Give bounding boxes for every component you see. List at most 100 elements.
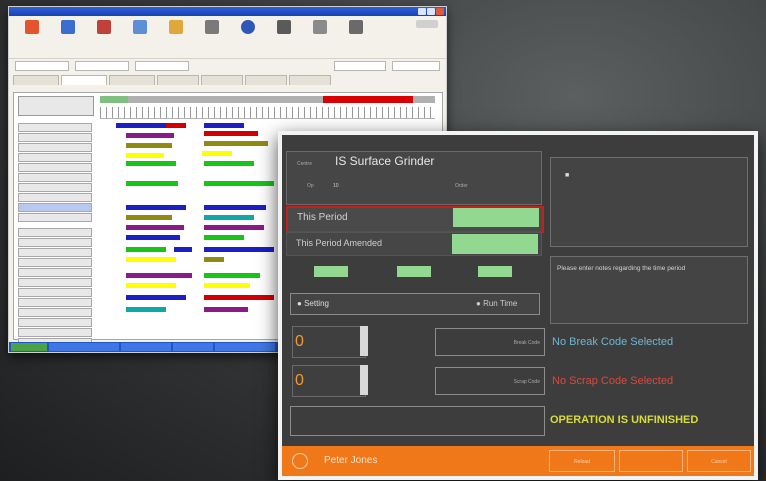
- row-label[interactable]: [18, 173, 92, 182]
- stat-2-value: [397, 266, 431, 277]
- scrap-count-stepper[interactable]: [360, 365, 368, 395]
- row-label[interactable]: [18, 328, 92, 337]
- gantt-bar[interactable]: [126, 225, 184, 230]
- gantt-bar[interactable]: [126, 235, 180, 240]
- row-label[interactable]: [18, 203, 92, 212]
- gantt-bar[interactable]: [204, 273, 260, 278]
- setting-option[interactable]: ● Setting: [297, 299, 329, 308]
- gantt-bar[interactable]: [126, 143, 172, 148]
- gantt-bar[interactable]: [126, 247, 166, 252]
- exit-button[interactable]: [19, 20, 45, 37]
- gantt-bar[interactable]: [126, 161, 176, 166]
- tab-7[interactable]: [289, 75, 331, 85]
- row-label[interactable]: [18, 163, 92, 172]
- gantt-bar[interactable]: [204, 235, 244, 240]
- gantt-bar[interactable]: [126, 181, 178, 186]
- row-label[interactable]: [18, 143, 92, 152]
- row-label[interactable]: [18, 308, 92, 317]
- filter-field-5[interactable]: [392, 61, 440, 71]
- row-label[interactable]: [18, 298, 92, 307]
- gantt-bar[interactable]: [174, 247, 192, 252]
- reload-button[interactable]: Reload: [549, 450, 615, 472]
- user-button[interactable]: [271, 20, 297, 37]
- run-time-option[interactable]: ● Run Time: [476, 299, 517, 308]
- good-count-field[interactable]: 0: [292, 326, 366, 358]
- grid-corner-button[interactable]: [18, 96, 94, 116]
- row-label[interactable]: [18, 228, 92, 237]
- finish-button[interactable]: [290, 406, 545, 436]
- mode-toggle[interactable]: ● Setting ● Run Time: [290, 293, 540, 315]
- gantt-bar[interactable]: [204, 181, 274, 186]
- gantt-bar[interactable]: [166, 123, 186, 128]
- gantt-bar[interactable]: [204, 225, 264, 230]
- gantt-bar[interactable]: [126, 307, 166, 312]
- scrap-count-field[interactable]: 0: [292, 365, 366, 397]
- tab-2[interactable]: [61, 75, 107, 85]
- calendar-button[interactable]: [55, 20, 81, 37]
- document-icon: [313, 20, 327, 34]
- document-button[interactable]: [307, 20, 333, 37]
- row-label[interactable]: [18, 268, 92, 277]
- gantt-bar[interactable]: [126, 205, 186, 210]
- row-label[interactable]: [18, 133, 92, 142]
- save-button[interactable]: [619, 450, 683, 472]
- row-label[interactable]: [18, 258, 92, 267]
- row-label[interactable]: [18, 318, 92, 327]
- gantt-bar[interactable]: [126, 295, 186, 300]
- notes-panel[interactable]: Please enter notes regarding the time pe…: [550, 256, 748, 324]
- wrench-button[interactable]: [127, 20, 153, 37]
- row-label[interactable]: [18, 288, 92, 297]
- info-button[interactable]: [235, 20, 261, 37]
- tab-5[interactable]: [201, 75, 243, 85]
- good-count-stepper[interactable]: [360, 326, 368, 356]
- report-button[interactable]: [343, 20, 369, 37]
- row-label[interactable]: [18, 123, 92, 132]
- gantt-bar[interactable]: [126, 215, 172, 220]
- row-label[interactable]: [18, 183, 92, 192]
- row-label[interactable]: [18, 238, 92, 247]
- row-label[interactable]: [18, 153, 92, 162]
- filter-field-2[interactable]: [75, 61, 129, 71]
- filter-field-1[interactable]: [15, 61, 69, 71]
- gantt-bar[interactable]: [204, 141, 268, 146]
- gantt-bar[interactable]: [204, 205, 266, 210]
- gantt-bar[interactable]: [126, 257, 176, 262]
- tab-4[interactable]: [157, 75, 199, 85]
- tab-6[interactable]: [245, 75, 287, 85]
- filter-field-4[interactable]: [334, 61, 386, 71]
- gantt-bar[interactable]: [204, 283, 250, 288]
- gantt-bar[interactable]: [126, 283, 176, 288]
- scrap-code-button[interactable]: Scrap Code: [435, 367, 545, 395]
- gantt-bar[interactable]: [126, 133, 174, 138]
- this-period-amended-row[interactable]: This Period Amended: [286, 232, 542, 256]
- gantt-bar[interactable]: [126, 273, 192, 278]
- cancel-button[interactable]: Cancel: [687, 450, 751, 472]
- this-period-row[interactable]: This Period: [286, 206, 544, 233]
- time-ruler: [100, 107, 435, 119]
- gantt-bar[interactable]: [204, 161, 254, 166]
- chart-button[interactable]: [91, 20, 117, 37]
- gantt-bar[interactable]: [204, 295, 274, 300]
- gear-button[interactable]: [163, 20, 189, 37]
- row-label[interactable]: [18, 278, 92, 287]
- gantt-bar[interactable]: [126, 153, 164, 158]
- gantt-bar[interactable]: [202, 151, 232, 156]
- maximize-button[interactable]: [427, 8, 435, 15]
- op-value: 10: [333, 183, 339, 189]
- gantt-bar[interactable]: [204, 257, 224, 262]
- minimize-button[interactable]: [418, 8, 426, 15]
- tab-1[interactable]: [13, 75, 59, 85]
- close-button[interactable]: [436, 8, 444, 15]
- tab-3[interactable]: [109, 75, 155, 85]
- gantt-bar[interactable]: [204, 307, 248, 312]
- gantt-bar[interactable]: [204, 247, 274, 252]
- break-code-button[interactable]: Break Code: [435, 328, 545, 356]
- row-label[interactable]: [18, 213, 92, 222]
- gantt-bar[interactable]: [204, 215, 254, 220]
- filter-field-3[interactable]: [135, 61, 189, 71]
- scissors-button[interactable]: [199, 20, 225, 37]
- row-label[interactable]: [18, 193, 92, 202]
- row-label[interactable]: [18, 248, 92, 257]
- gantt-bar[interactable]: [204, 131, 258, 136]
- gantt-bar[interactable]: [204, 123, 244, 128]
